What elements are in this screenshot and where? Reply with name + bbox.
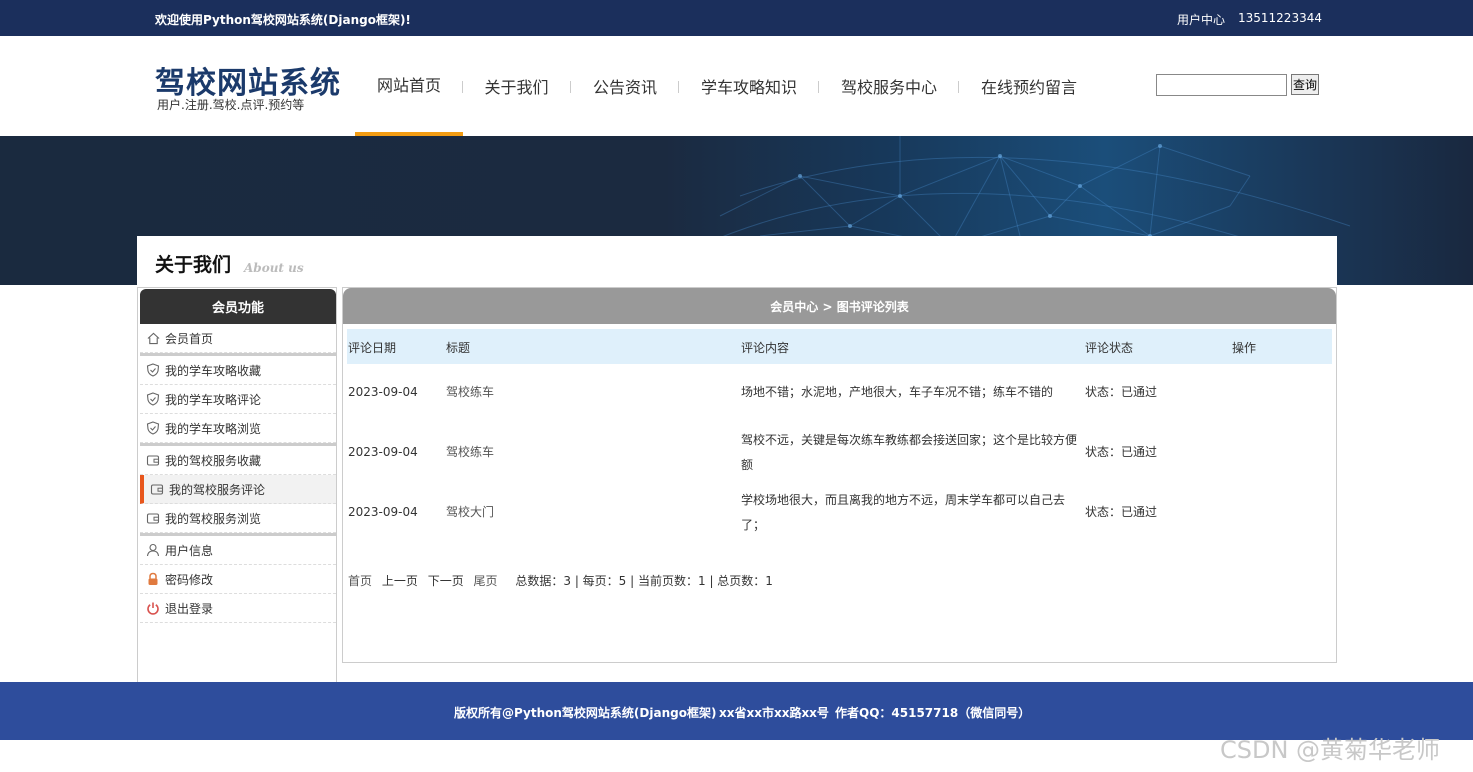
sidebar-item-label: 会员首页 (165, 331, 214, 346)
footer-address: xx省xx市xx路xx号 (719, 706, 829, 720)
shield-icon (146, 363, 160, 377)
wallet-icon (146, 453, 160, 467)
watermark: CSDN @黄菊华老师 (1220, 736, 1441, 764)
footer-copyright: 版权所有@Python驾校网站系统(Django框架) (454, 706, 717, 720)
sidebar-item-member-home[interactable]: 会员首页 (140, 324, 336, 353)
member-sidebar: 会员功能 会员首页 我的学车攻略收藏 我的学车攻略评论 我的学车攻略浏览 我的驾… (137, 287, 337, 683)
column-header: 评论日期 (348, 341, 397, 355)
comment-date: 2023-09-04 (348, 385, 418, 399)
shield-icon (146, 421, 160, 435)
sidebar-item-logout[interactable]: 退出登录 (140, 594, 336, 623)
nav-about[interactable]: 关于我们 (463, 36, 570, 136)
table-header: 评论日期 标题 评论内容 评论状态 操作 (347, 329, 1332, 364)
nav-learning[interactable]: 学车攻略知识 (679, 36, 819, 136)
home-icon (146, 331, 160, 345)
column-header: 标题 (446, 341, 471, 355)
sidebar-item-guide-comments[interactable]: 我的学车攻略评论 (140, 385, 336, 414)
sidebar-item-label: 退出登录 (165, 601, 214, 616)
nav-home[interactable]: 网站首页 (355, 36, 463, 136)
shield-icon (146, 392, 160, 406)
wallet-icon (146, 511, 160, 525)
sidebar-item-service-comments[interactable]: 我的驾校服务评论 (140, 475, 336, 504)
user-icon (146, 543, 160, 557)
sidebar-item-label: 我的学车攻略评论 (165, 392, 262, 407)
comment-title[interactable]: 驾校练车 (446, 440, 494, 465)
nav-service[interactable]: 驾校服务中心 (819, 36, 959, 136)
lock-icon (146, 572, 160, 586)
comment-date: 2023-09-04 (348, 505, 418, 519)
sidebar-item-label: 用户信息 (165, 543, 214, 558)
comment-status: 状态：已通过 (1085, 445, 1158, 459)
sidebar-item-label: 我的学车攻略收藏 (165, 363, 262, 378)
logo-subtitle: 用户.注册.驾校.点评.预约等 (157, 98, 305, 112)
sidebar-title: 会员功能 (140, 289, 336, 324)
pager-last[interactable]: 尾页 (474, 574, 498, 588)
pager-summary: 总数据：3 | 每页：5 | 当前页数：1 | 总页数：1 (515, 574, 773, 588)
search-button[interactable]: 查询 (1291, 74, 1319, 95)
sidebar-item-label: 我的驾校服务收藏 (165, 453, 262, 468)
phone-number: 13511223344 (1238, 11, 1322, 25)
comment-status: 状态：已通过 (1085, 385, 1158, 399)
main-content: 会员中心 > 图书评论列表 评论日期 标题 评论内容 评论状态 操作 2023-… (342, 287, 1337, 663)
nav-booking[interactable]: 在线预约留言 (959, 36, 1099, 136)
sidebar-item-label: 我的驾校服务评论 (169, 482, 266, 497)
sidebar-item-label: 我的驾校服务浏览 (165, 511, 262, 526)
search-input[interactable] (1156, 74, 1287, 96)
sidebar-item-guide-history[interactable]: 我的学车攻略浏览 (140, 414, 336, 443)
nav-news[interactable]: 公告资讯 (571, 36, 679, 136)
page-title: 关于我们 (155, 254, 232, 276)
comment-status: 状态：已通过 (1085, 505, 1158, 519)
header: 驾校网站系统 用户.注册.驾校.点评.预约等 网站首页 关于我们 公告资讯 学车… (0, 36, 1473, 136)
comment-content: 驾校不远，关键是每次练车教练都会接送回家；这个是比较方便额 (741, 433, 1078, 472)
pager-next[interactable]: 下一页 (428, 574, 464, 588)
sidebar-item-label: 我的学车攻略浏览 (165, 421, 262, 436)
pager-prev[interactable]: 上一页 (382, 574, 418, 588)
comment-title[interactable]: 驾校大门 (446, 500, 494, 525)
comment-content: 场地不错；水泥地，产地很大，车子车况不错；练车不错的 (741, 385, 1054, 399)
sidebar-item-change-password[interactable]: 密码修改 (140, 565, 336, 594)
wallet-icon (150, 482, 164, 496)
top-bar: 欢迎使用Python驾校网站系统(Django框架)! 用户中心 1351122… (0, 0, 1473, 36)
comment-content: 学校场地很大，而且离我的地方不远，周末学车都可以自己去了； (741, 493, 1066, 532)
welcome-text: 欢迎使用Python驾校网站系统(Django框架)! (155, 13, 411, 27)
comment-title[interactable]: 驾校练车 (446, 380, 494, 405)
sidebar-item-service-history[interactable]: 我的驾校服务浏览 (140, 504, 336, 533)
breadcrumb: 会员中心 > 图书评论列表 (343, 288, 1336, 324)
column-header: 评论状态 (1085, 341, 1134, 355)
sidebar-item-guide-favorites[interactable]: 我的学车攻略收藏 (140, 356, 336, 385)
comment-date: 2023-09-04 (348, 445, 418, 459)
column-header: 操作 (1232, 341, 1257, 355)
pager-first[interactable]: 首页 (348, 574, 372, 588)
sidebar-item-service-favorites[interactable]: 我的驾校服务收藏 (140, 446, 336, 475)
page-title-en: About us (244, 261, 304, 275)
column-header: 评论内容 (741, 341, 790, 355)
user-center-link[interactable]: 用户中心 (1177, 11, 1225, 28)
pagination: 首页 上一页 下一页 尾页 总数据：3 | 每页：5 | 当前页数：1 | 总页… (348, 572, 773, 589)
page-heading: 关于我们 About us (137, 236, 1337, 285)
sidebar-item-user-info[interactable]: 用户信息 (140, 536, 336, 565)
sidebar-item-label: 密码修改 (165, 572, 214, 587)
footer-qq: 作者QQ：45157718（微信同号） (835, 706, 1031, 720)
power-icon (146, 601, 160, 615)
